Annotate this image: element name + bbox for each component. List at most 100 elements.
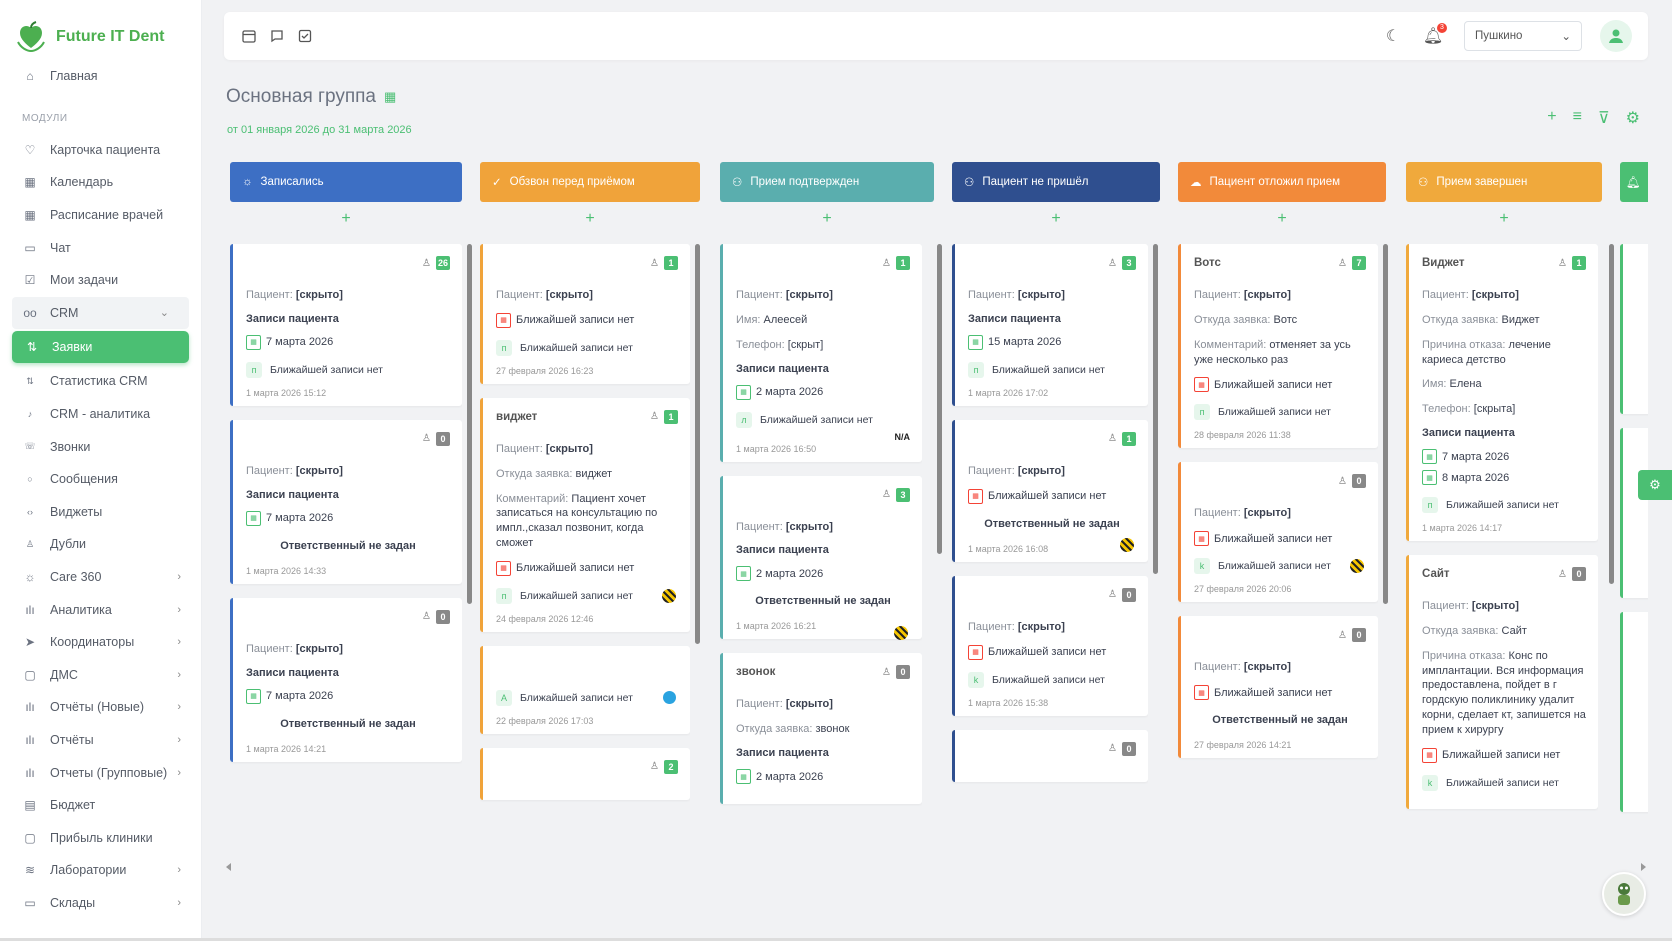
- sidebar-item-crm-stats[interactable]: ⇅ Статистика CRM: [0, 365, 201, 398]
- sidebar-item-calls[interactable]: ☏ Звонки: [0, 430, 201, 463]
- lead-card[interactable]: [1620, 244, 1648, 414]
- lead-card[interactable]: ♙ 3 Пациент: [скрыто] Записи пациента ▦ 15…: [952, 244, 1148, 406]
- sidebar-item-patient-card[interactable]: ♡ Карточка пациента: [0, 134, 201, 167]
- lead-card[interactable]: виджет ♙ 1 Пациент: [скрыто] Откуда заявка…: [480, 397, 690, 632]
- moon-icon[interactable]: ☾: [1384, 27, 1402, 45]
- sidebar-item-calendar[interactable]: ▦ Календарь: [0, 166, 201, 199]
- column-header[interactable]: 🔔︎: [1620, 162, 1648, 202]
- lead-card[interactable]: ♙ 1 Пациент: [скрыто] ▦ Ближайшей записи н…: [480, 244, 690, 384]
- branch-select[interactable]: Пушкино ⌄: [1464, 21, 1582, 51]
- lead-card[interactable]: звонок ♙ 0 Пациент: [скрыто] Откуда заявка…: [720, 653, 922, 805]
- scrollbar[interactable]: [1609, 244, 1614, 584]
- lead-card[interactable]: ♙ 0 Пациент: [скрыто] ▦ Ближайшей записи н…: [1178, 462, 1378, 603]
- scrollbar[interactable]: [1383, 244, 1388, 604]
- lead-card[interactable]: ♙ 26 Пациент: [скрыто] Записи пациента ▦ 7…: [230, 244, 462, 406]
- scrollbar[interactable]: [1153, 244, 1158, 574]
- lead-card[interactable]: ♙ 0 Пациент: [скрыто] ▦ Ближайшей записи н…: [952, 575, 1148, 716]
- lead-card[interactable]: ♙ 0 Пациент: [скрыто] Записи пациента ▦ 7 …: [230, 419, 462, 584]
- next-text: Ближайшей записи нет: [520, 691, 633, 704]
- add-card-button[interactable]: +: [1406, 202, 1602, 236]
- chat-icon[interactable]: [268, 27, 286, 45]
- sidebar-item-analytics[interactable]: ılı Аналитика ›: [0, 593, 201, 626]
- assistant-avatar[interactable]: [1602, 872, 1646, 916]
- column-header[interactable]: ⚇ Прием подтвержден: [720, 162, 934, 202]
- telegram-icon: [663, 691, 676, 705]
- sidebar-item-coordinators[interactable]: ➤ Координаторы ›: [0, 626, 201, 659]
- sidebar-item-schedule[interactable]: ▦ Расписание врачей: [0, 199, 201, 232]
- sidebar-nav: ⌂ Главная МОДУЛИ ♡ Карточка пациента ▦ Кале…: [0, 60, 201, 919]
- timestamp: 27 февраля 2026 16:23: [496, 365, 594, 376]
- records-label: Записи пациента: [246, 666, 339, 679]
- column-header[interactable]: ⚇ Пациент не пришёл: [952, 162, 1160, 202]
- list-icon[interactable]: ≡: [1573, 108, 1582, 128]
- sidebar-item-dms[interactable]: ▢ ДМС ›: [0, 659, 201, 692]
- add-card-button[interactable]: +: [230, 202, 462, 236]
- user-count: ♙ 1: [650, 256, 678, 270]
- sidebar-item-budget[interactable]: ▤ Бюджет: [0, 789, 201, 822]
- column-header[interactable]: ☁ Пациент отложил прием: [1178, 162, 1386, 202]
- logo[interactable]: Future IT Dent: [0, 0, 201, 60]
- column-body: ♙ 1 Пациент: [скрыто] ▦ Ближайшей записи н…: [480, 244, 690, 854]
- add-card-button[interactable]: +: [1178, 202, 1386, 236]
- calendar-icon[interactable]: ▦: [384, 89, 396, 105]
- sidebar-item-requests[interactable]: ⇅ Заявки: [12, 331, 189, 364]
- scrollbar[interactable]: [467, 244, 472, 604]
- letter-avatar: k: [1422, 774, 1438, 791]
- sidebar-item-profit[interactable]: ▢ Прибыль клиники: [0, 821, 201, 854]
- lead-card[interactable]: ♙ 0: [952, 729, 1148, 782]
- lead-card[interactable]: [1620, 612, 1648, 812]
- sidebar-item-care360[interactable]: ☼ Care 360 ›: [0, 561, 201, 594]
- date-value: 2 марта 2026: [756, 567, 824, 580]
- sidebar-item-crm[interactable]: oo CRM ⌄: [12, 296, 189, 330]
- sidebar-item-label: CRM: [50, 305, 79, 320]
- horizontal-scrollbar[interactable]: [226, 858, 1646, 871]
- calendar-icon[interactable]: [240, 27, 258, 45]
- column-header[interactable]: ⚇ Прием завершен: [1406, 162, 1602, 202]
- sidebar-item-messages[interactable]: ○ Сообщения: [0, 463, 201, 496]
- lead-card[interactable]: Сайт ♙ 0 Пациент: [скрыто] Откуда заявка: …: [1406, 555, 1598, 809]
- column-completed: ⚇ Прием завершен + Виджет ♙ 1 Пациент: [скр…: [1406, 162, 1618, 862]
- sidebar-item-crm-analytics[interactable]: ♪ CRM - аналитика: [0, 398, 201, 431]
- sidebar-item-chat[interactable]: ▭ Чат: [0, 231, 201, 264]
- lead-card[interactable]: Вотс ♙ 7 Пациент: [скрыто] Откуда заявка: …: [1178, 244, 1378, 449]
- add-icon[interactable]: +: [1547, 108, 1556, 128]
- lead-card[interactable]: А Ближайшей записи нет 22 февраля 2026 17…: [480, 645, 690, 734]
- gear-icon[interactable]: ⚙: [1626, 108, 1640, 128]
- records-label: Записи пациента: [736, 544, 829, 557]
- task-icon[interactable]: [296, 27, 314, 45]
- add-card-button[interactable]: +: [720, 202, 934, 236]
- date-range[interactable]: от 01 января 2026 до 31 марта 2026: [227, 124, 412, 136]
- sidebar-item-labs[interactable]: ≋ Лаборатории ›: [0, 854, 201, 887]
- scrollbar[interactable]: [937, 244, 942, 554]
- add-card-button[interactable]: +: [480, 202, 700, 236]
- records-label: Записи пациента: [1422, 427, 1515, 440]
- sidebar-item-home[interactable]: ⌂ Главная: [0, 60, 201, 93]
- lead-card[interactable]: ♙ 3 Пациент: [скрыто] Записи пациента ▦ 2 …: [720, 475, 922, 640]
- scrollbar[interactable]: [695, 244, 700, 644]
- lead-card[interactable]: ♙ 1 Пациент: [скрыто] ▦ Ближайшей записи н…: [952, 419, 1148, 562]
- filter-icon[interactable]: ⊽: [1598, 108, 1610, 128]
- avatar[interactable]: [1600, 20, 1632, 52]
- lead-card[interactable]: ♙ 0 Пациент: [скрыто] Записи пациента ▦ 7 …: [230, 597, 462, 762]
- lead-card[interactable]: [1620, 428, 1648, 598]
- lead-card[interactable]: ♙ 2: [480, 747, 690, 800]
- lead-card[interactable]: Виджет ♙ 1 Пациент: [скрыто] Откуда заявка…: [1406, 244, 1598, 542]
- sidebar-item-reports-new[interactable]: ılı Отчёты (Новые) ›: [0, 691, 201, 724]
- sidebar-item-label: Лаборатории: [50, 863, 127, 878]
- label: Комментарий:: [496, 492, 569, 505]
- sidebar-item-reports[interactable]: ılı Отчёты ›: [0, 724, 201, 757]
- column-header[interactable]: ☼ Записались: [230, 162, 462, 202]
- lead-card[interactable]: ♙ 1 Пациент: [скрыто] Имя: Алеесей Телефо…: [720, 244, 922, 462]
- bell-icon[interactable]: 🔔︎ 3: [1423, 23, 1447, 45]
- sidebar-item-reports-group[interactable]: ılı Отчеты (Групповые) ›: [0, 756, 201, 789]
- sidebar-item-duplicates[interactable]: ♙ Дубли: [0, 528, 201, 561]
- sidebar-item-widgets[interactable]: ‹› Виджеты: [0, 496, 201, 529]
- sidebar-item-tasks[interactable]: ☑ Мои задачи: [0, 264, 201, 297]
- lead-card[interactable]: ♙ 0 Пациент: [скрыто] ▦ Ближайшей записи н…: [1178, 616, 1378, 759]
- settings-tab[interactable]: ⚙: [1638, 470, 1672, 500]
- calendar-icon: ▦: [24, 208, 36, 223]
- add-card-button[interactable]: +: [952, 202, 1160, 236]
- column-header[interactable]: ✓ Обзвон перед приёмом: [480, 162, 700, 202]
- sidebar-item-warehouses[interactable]: ▭ Склады ›: [0, 887, 201, 920]
- label: Пациент:: [736, 698, 783, 711]
